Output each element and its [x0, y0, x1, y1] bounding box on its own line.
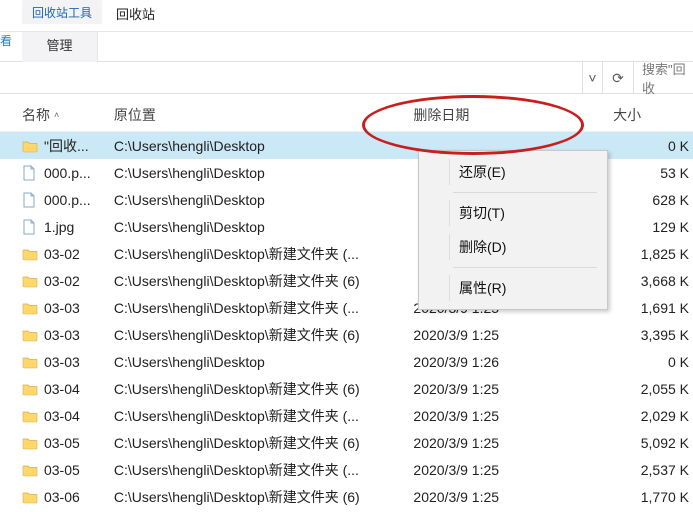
file-name: 03-03: [44, 354, 114, 370]
table-row[interactable]: 03-06C:\Users\hengli\Desktop\新建文件夹 (6)20…: [0, 483, 693, 510]
table-row[interactable]: 03-04C:\Users\hengli\Desktop\新建文件夹 (...2…: [0, 402, 693, 429]
file-size: 3,395 K: [613, 327, 693, 343]
file-deleted-date: 2020/3/9 1:25: [413, 408, 613, 424]
ctx-delete[interactable]: 删除(D): [421, 230, 605, 264]
file-size: 3,668 K: [613, 273, 693, 289]
manage-tab[interactable]: 管理: [22, 32, 98, 62]
ribbon-tabs-row: 看 管理: [0, 32, 693, 62]
folder-icon: [22, 328, 44, 342]
table-row[interactable]: 03-03C:\Users\hengli\Desktop2020/3/9 1:2…: [0, 348, 693, 375]
file-location: C:\Users\hengli\Desktop\新建文件夹 (...: [114, 460, 414, 480]
file-size: 5,092 K: [613, 435, 693, 451]
header-location[interactable]: 原位置: [114, 105, 414, 125]
folder-icon: [22, 274, 44, 288]
folder-icon: [22, 247, 44, 261]
file-icon: [22, 165, 44, 181]
file-size: 53 K: [613, 165, 693, 181]
file-deleted-date: 2020/3/9 1:25: [413, 462, 613, 478]
ribbon-top: 回收站工具 回收站: [0, 0, 693, 32]
file-location: C:\Users\hengli\Desktop\新建文件夹 (...: [114, 406, 414, 426]
folder-icon: [22, 409, 44, 423]
file-icon: [22, 192, 44, 208]
file-deleted-date: 2020/3/9 1:25: [413, 489, 613, 505]
file-location: C:\Users\hengli\Desktop\新建文件夹 (6): [114, 433, 414, 453]
search-placeholder: 搜索"回收: [642, 59, 693, 97]
refresh-button[interactable]: ⟳: [603, 62, 633, 94]
file-name: 000.p...: [44, 165, 114, 181]
file-name: 03-04: [44, 381, 114, 397]
file-icon: [22, 219, 44, 235]
refresh-icon: ⟳: [612, 70, 624, 87]
file-location: C:\Users\hengli\Desktop\新建文件夹 (6): [114, 379, 414, 399]
folder-icon: [22, 463, 44, 477]
file-name: 03-05: [44, 462, 114, 478]
file-size: 1,825 K: [613, 246, 693, 262]
ribbon-context-tab[interactable]: 回收站工具: [22, 0, 102, 24]
sort-asc-icon: ˄: [54, 110, 59, 120]
file-location: C:\Users\hengli\Desktop: [114, 192, 414, 208]
file-location: C:\Users\hengli\Desktop\新建文件夹 (...: [114, 298, 414, 318]
address-bar[interactable]: [0, 62, 583, 93]
file-size: 628 K: [613, 192, 693, 208]
file-size: 0 K: [613, 354, 693, 370]
file-location: C:\Users\hengli\Desktop\新建文件夹 (6): [114, 487, 414, 507]
file-location: C:\Users\hengli\Desktop\新建文件夹 (6): [114, 325, 414, 345]
address-bar-row: ˅ ⟳ 搜索"回收: [0, 62, 693, 94]
file-location: C:\Users\hengli\Desktop: [114, 165, 414, 181]
address-dropdown[interactable]: ˅: [583, 62, 603, 94]
ctx-properties[interactable]: 属性(R): [421, 271, 605, 305]
ctx-restore[interactable]: 还原(E): [421, 155, 605, 189]
folder-icon: [22, 355, 44, 369]
column-headers: 名称 ˄ 原位置 删除日期 大小: [0, 98, 693, 132]
folder-icon: [22, 490, 44, 504]
file-name: 03-04: [44, 408, 114, 424]
file-size: 129 K: [613, 219, 693, 235]
file-name: "回收...: [44, 136, 114, 156]
file-location: C:\Users\hengli\Desktop: [114, 138, 414, 154]
context-menu: 还原(E) 剪切(T) 删除(D) 属性(R): [418, 150, 608, 310]
table-row[interactable]: 03-04C:\Users\hengli\Desktop\新建文件夹 (6)20…: [0, 375, 693, 402]
ribbon-title: 回收站: [102, 0, 169, 26]
search-input[interactable]: 搜索"回收: [633, 62, 693, 94]
file-name: 000.p...: [44, 192, 114, 208]
file-deleted-date: 2020/3/9 1:26: [413, 354, 613, 370]
header-deleted-date[interactable]: 删除日期: [413, 105, 613, 125]
table-row[interactable]: 03-05C:\Users\hengli\Desktop\新建文件夹 (6)20…: [0, 429, 693, 456]
folder-icon: [22, 436, 44, 450]
ctx-separator: [453, 267, 597, 268]
file-size: 1,691 K: [613, 300, 693, 316]
chevron-down-icon: ˅: [588, 70, 596, 86]
ctx-separator: [453, 192, 597, 193]
file-size: 0 K: [613, 138, 693, 154]
table-row[interactable]: 03-03C:\Users\hengli\Desktop\新建文件夹 (6)20…: [0, 321, 693, 348]
file-name: 03-05: [44, 435, 114, 451]
file-name: 03-03: [44, 300, 114, 316]
ctx-cut[interactable]: 剪切(T): [421, 196, 605, 230]
file-deleted-date: 2020/3/9 1:25: [413, 435, 613, 451]
file-name: 03-03: [44, 327, 114, 343]
file-name: 1.jpg: [44, 219, 114, 235]
file-size: 2,029 K: [613, 408, 693, 424]
left-tab-fragment: 看: [0, 32, 22, 61]
folder-icon: [22, 382, 44, 396]
table-row[interactable]: 03-05C:\Users\hengli\Desktop\新建文件夹 (...2…: [0, 456, 693, 483]
file-location: C:\Users\hengli\Desktop\新建文件夹 (6): [114, 271, 414, 291]
file-name: 03-02: [44, 273, 114, 289]
file-deleted-date: 2020/3/9 1:25: [413, 381, 613, 397]
file-name: 03-02: [44, 246, 114, 262]
file-size: 2,055 K: [613, 381, 693, 397]
file-location: C:\Users\hengli\Desktop: [114, 354, 414, 370]
file-location: C:\Users\hengli\Desktop: [114, 219, 414, 235]
file-deleted-date: 2020/3/9 1:25: [413, 327, 613, 343]
folder-icon: [22, 301, 44, 315]
header-size[interactable]: 大小: [613, 105, 693, 125]
file-name: 03-06: [44, 489, 114, 505]
file-size: 2,537 K: [613, 462, 693, 478]
header-name-label: 名称: [22, 105, 50, 125]
header-name[interactable]: 名称 ˄: [22, 105, 114, 125]
file-size: 1,770 K: [613, 489, 693, 505]
file-location: C:\Users\hengli\Desktop\新建文件夹 (...: [114, 244, 414, 264]
folder-icon: [22, 139, 44, 153]
